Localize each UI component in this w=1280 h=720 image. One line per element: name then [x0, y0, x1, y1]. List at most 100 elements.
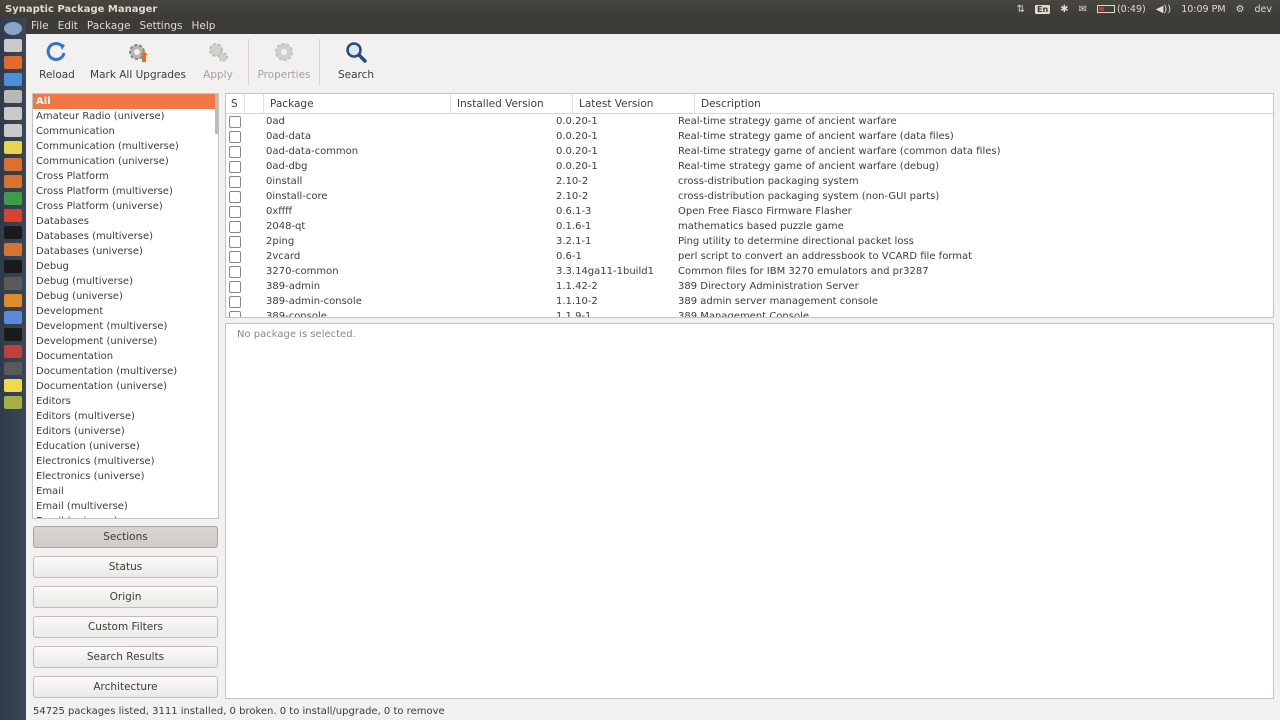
- section-item[interactable]: Development (universe): [33, 334, 218, 349]
- menu-help[interactable]: Help: [192, 20, 216, 32]
- synaptic-icon[interactable]: [4, 396, 22, 409]
- section-item[interactable]: Databases (universe): [33, 244, 218, 259]
- table-row[interactable]: 389-admin-console 1.1.10-2 389 admin serve…: [226, 294, 1273, 309]
- chrome-icon[interactable]: [4, 141, 22, 154]
- column-header-status[interactable]: S: [226, 94, 245, 114]
- reload-button[interactable]: Reload: [26, 34, 88, 92]
- table-row[interactable]: 389-admin 1.1.42-2 389 Directory Administr…: [226, 279, 1273, 294]
- document-icon[interactable]: [4, 107, 22, 120]
- media-player-icon[interactable]: [4, 277, 22, 290]
- table-row[interactable]: 389-console 1.1.9-1 389 Management Console: [226, 309, 1273, 317]
- sections-list[interactable]: All Amateur Radio (universe) Communication…: [32, 93, 219, 519]
- sections-scrollbar[interactable]: [215, 94, 218, 134]
- status-checkbox[interactable]: [226, 145, 245, 158]
- section-item[interactable]: All: [33, 94, 218, 109]
- table-row[interactable]: 3270-common 3.3.14ga11-1build1 Common file…: [226, 264, 1273, 279]
- table-row[interactable]: 2048-qt 0.1.6-1 mathematics based puzzle g…: [226, 219, 1273, 234]
- section-item[interactable]: Email (universe): [33, 514, 218, 518]
- section-item[interactable]: Email (multiverse): [33, 499, 218, 514]
- update-icon[interactable]: [4, 311, 22, 324]
- column-header-package[interactable]: Package: [264, 94, 451, 114]
- section-item[interactable]: Documentation (universe): [33, 379, 218, 394]
- status-checkbox[interactable]: [226, 190, 245, 203]
- clock[interactable]: 10:09 PM: [1181, 4, 1225, 15]
- battery-indicator[interactable]: (0:49): [1096, 4, 1146, 15]
- origin-filter-button[interactable]: Origin: [33, 586, 218, 608]
- checkbox[interactable]: [229, 295, 241, 308]
- impress-icon[interactable]: [4, 243, 22, 256]
- firefox-icon[interactable]: [4, 56, 22, 69]
- checkbox[interactable]: [229, 310, 241, 317]
- status-checkbox[interactable]: [226, 280, 245, 293]
- table-row[interactable]: 0install-core 2.10-2 cross-distribution pa…: [226, 189, 1273, 204]
- section-item[interactable]: Amateur Radio (universe): [33, 109, 218, 124]
- section-item[interactable]: Databases: [33, 214, 218, 229]
- notes-icon[interactable]: [4, 379, 22, 392]
- mark-all-upgrades-button[interactable]: Mark All Upgrades: [88, 34, 188, 92]
- checkbox[interactable]: [229, 175, 241, 188]
- apply-button[interactable]: Apply: [188, 34, 248, 92]
- section-item[interactable]: Documentation (multiverse): [33, 364, 218, 379]
- status-checkbox[interactable]: [226, 265, 245, 278]
- checkbox[interactable]: [229, 220, 241, 233]
- calc-icon[interactable]: [4, 192, 22, 205]
- status-checkbox[interactable]: [226, 295, 245, 308]
- section-item[interactable]: Communication: [33, 124, 218, 139]
- checkbox[interactable]: [229, 250, 241, 263]
- column-header-latest[interactable]: Latest Version: [573, 94, 695, 114]
- section-item[interactable]: Debug (multiverse): [33, 274, 218, 289]
- terminal-icon-3[interactable]: [4, 328, 22, 341]
- checkbox[interactable]: [229, 265, 241, 278]
- status-checkbox[interactable]: [226, 175, 245, 188]
- folder-icon[interactable]: [4, 90, 22, 103]
- column-header-installed[interactable]: Installed Version: [451, 94, 573, 114]
- status-checkbox[interactable]: [226, 115, 245, 128]
- terminal-icon[interactable]: [4, 226, 22, 239]
- table-row[interactable]: 0install 2.10-2 cross-distribution packagi…: [226, 174, 1273, 189]
- table-row[interactable]: 0ad-data-common 0.0.20-1 Real-time strateg…: [226, 144, 1273, 159]
- menu-edit[interactable]: Edit: [58, 20, 78, 32]
- checkbox[interactable]: [229, 205, 241, 218]
- dash-icon[interactable]: [4, 22, 22, 35]
- column-header-icon[interactable]: [245, 94, 264, 114]
- status-checkbox[interactable]: [226, 250, 245, 263]
- vlc-icon[interactable]: [4, 175, 22, 188]
- table-row[interactable]: 2vcard 0.6-1 perl script to convert an add…: [226, 249, 1273, 264]
- menu-package[interactable]: Package: [87, 20, 131, 32]
- section-item[interactable]: Debug (universe): [33, 289, 218, 304]
- writer-icon[interactable]: [4, 73, 22, 86]
- network-arrows-icon[interactable]: ⇅: [1017, 4, 1025, 15]
- checkbox[interactable]: [229, 190, 241, 203]
- table-row[interactable]: 0ad 0.0.20-1 Real-time strategy game of an…: [226, 114, 1273, 129]
- checkbox[interactable]: [229, 280, 241, 293]
- properties-button[interactable]: Properties: [249, 34, 319, 92]
- volume-icon[interactable]: ◀)): [1156, 4, 1172, 15]
- section-item[interactable]: Debug: [33, 259, 218, 274]
- architecture-filter-button[interactable]: Architecture: [33, 676, 218, 698]
- app-icon[interactable]: [4, 345, 22, 358]
- section-item[interactable]: Communication (universe): [33, 154, 218, 169]
- settings-icon[interactable]: [4, 209, 22, 222]
- gear-icon[interactable]: ⚙: [1236, 4, 1245, 15]
- sections-filter-button[interactable]: Sections: [33, 526, 218, 548]
- table-row[interactable]: 0ad-dbg 0.0.20-1 Real-time strategy game o…: [226, 159, 1273, 174]
- section-item[interactable]: Development (multiverse): [33, 319, 218, 334]
- menu-file[interactable]: File: [31, 20, 49, 32]
- column-header-description[interactable]: Description: [695, 94, 1273, 114]
- keyboard-layout-indicator[interactable]: En: [1035, 4, 1051, 14]
- section-item[interactable]: Editors: [33, 394, 218, 409]
- search-button[interactable]: Search: [320, 34, 392, 92]
- section-item[interactable]: Electronics (multiverse): [33, 454, 218, 469]
- checkbox[interactable]: [229, 115, 241, 128]
- firefox-icon-2[interactable]: [4, 294, 22, 307]
- section-item[interactable]: Email: [33, 484, 218, 499]
- section-item[interactable]: Editors (universe): [33, 424, 218, 439]
- software-center-icon[interactable]: [4, 158, 22, 171]
- section-item[interactable]: Development: [33, 304, 218, 319]
- table-row[interactable]: 0xffff 0.6.1-3 Open Free Fiasco Firmware F…: [226, 204, 1273, 219]
- table-row[interactable]: 0ad-data 0.0.20-1 Real-time strategy game …: [226, 129, 1273, 144]
- files-icon[interactable]: [4, 39, 22, 52]
- section-item[interactable]: Education (universe): [33, 439, 218, 454]
- section-item[interactable]: Cross Platform (universe): [33, 199, 218, 214]
- status-filter-button[interactable]: Status: [33, 556, 218, 578]
